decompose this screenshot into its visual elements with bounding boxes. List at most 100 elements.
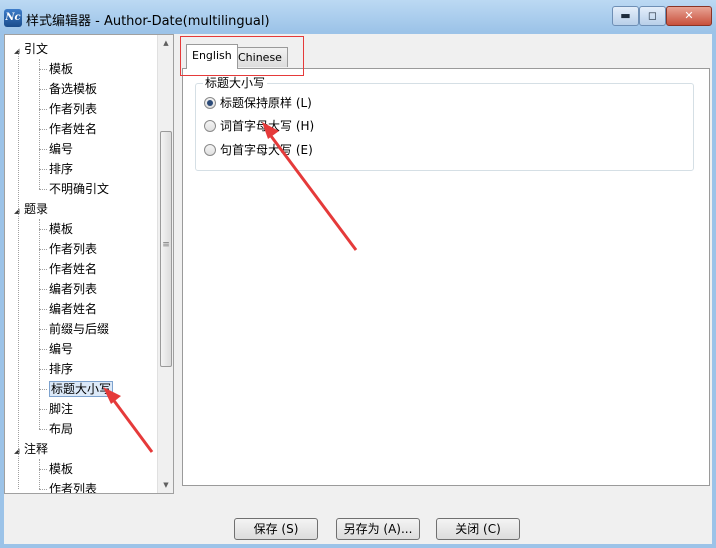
tree-connector [39, 289, 47, 290]
tree-item-label: 布局 [49, 422, 74, 436]
tree-connector [39, 229, 47, 230]
maximize-button[interactable]: ◻ [639, 6, 666, 26]
tree-group-node[interactable]: ◢ 注释 [14, 439, 48, 459]
tree-item[interactable]: 作者姓名 [49, 259, 97, 279]
tree-item-label: 编号 [49, 342, 74, 356]
tree-connector [39, 189, 47, 190]
save-button[interactable]: 保存 (S) [234, 518, 318, 540]
tree-connector [39, 409, 47, 410]
tree-connector [39, 489, 47, 490]
tree-item-label: 不明确引文 [49, 182, 110, 196]
tree-connector [39, 109, 47, 110]
save-as-button[interactable]: 另存为 (A)... [336, 518, 420, 540]
grip-icon: ≡ [162, 240, 170, 250]
tree-connector [39, 89, 47, 90]
minimize-button[interactable]: ▬ [612, 6, 639, 26]
tree-connector [39, 469, 47, 470]
tree-item[interactable]: 备选模板 [49, 79, 97, 99]
title-bar[interactable]: Nc 样式编辑器 - Author-Date(multilingual) ▬ ◻… [0, 0, 716, 34]
tree-item-label: 排序 [49, 162, 74, 176]
tree-item[interactable]: 模板 [49, 459, 73, 479]
tree-connector [39, 349, 47, 350]
tree-connector [39, 309, 47, 310]
tree-item-label: 备选模板 [49, 82, 98, 96]
client-area: ▲ ≡ ▼ ◢ 引文 模板 备选模板 作者列表 作者姓名 编号 排序 不明确引文 ◢ 题录 模板 作者列… [4, 34, 712, 544]
tree-item-label: 编者列表 [49, 282, 98, 296]
scroll-thumb[interactable]: ≡ [160, 131, 172, 367]
scroll-down-arrow[interactable]: ▼ [158, 477, 173, 493]
tree-group-label: 注释 [24, 442, 49, 456]
tree-item[interactable]: 模板 [49, 59, 73, 79]
radio-label: 句首字母大写 (E) [220, 143, 313, 157]
tree-connector [39, 389, 47, 390]
tree-group-label: 题录 [24, 202, 49, 216]
tree-connector [39, 169, 47, 170]
radio-label: 标题保持原样 (L) [220, 96, 312, 110]
tree-item[interactable]: 布局 [49, 419, 73, 439]
groupbox-title: 标题大小写 [203, 74, 268, 91]
settings-tree[interactable]: ▲ ≡ ▼ ◢ 引文 模板 备选模板 作者列表 作者姓名 编号 排序 不明确引文 ◢ 题录 模板 作者列… [4, 34, 174, 494]
tree-item-label: 模板 [49, 62, 74, 76]
radio-word-capitalize[interactable]: 词首字母大写 (H) [204, 117, 314, 135]
tree-item-label: 编者姓名 [49, 302, 98, 316]
tree-connector [39, 429, 47, 430]
tree-item-label: 作者姓名 [49, 122, 98, 136]
tree-item[interactable]: 排序 [49, 359, 73, 379]
tree-item[interactable]: 标题大小写 [49, 379, 114, 399]
tree-connector [39, 369, 47, 370]
tree-item[interactable]: 作者列表 [49, 239, 97, 259]
tree-item[interactable]: 编者列表 [49, 279, 97, 299]
tree-item[interactable]: 前缀与后缀 [49, 319, 109, 339]
tree-item[interactable]: 编号 [49, 139, 73, 159]
tree-item-label: 前缀与后缀 [49, 322, 110, 336]
tree-item-label: 排序 [49, 362, 74, 376]
app-icon: Nc [4, 9, 22, 27]
tree-group-node[interactable]: ◢ 题录 [14, 199, 48, 219]
tab-content-panel: 标题大小写 标题保持原样 (L) 词首字母大写 (H) 句首字母大写 (E) [182, 68, 710, 486]
radio-label: 词首字母大写 (H) [220, 119, 315, 133]
tree-connector [18, 49, 19, 489]
tree-item[interactable]: 不明确引文 [49, 179, 109, 199]
tree-connector [39, 249, 47, 250]
tree-item-label: 脚注 [49, 402, 74, 416]
radio-button[interactable] [204, 120, 216, 132]
tree-group-label: 引文 [24, 42, 49, 56]
tree-item[interactable]: 编者姓名 [49, 299, 97, 319]
tree-group-node[interactable]: ◢ 引文 [14, 39, 48, 59]
tree-item-label: 标题大小写 [49, 381, 114, 397]
tree-item-label: 编号 [49, 142, 74, 156]
tree-connector [39, 149, 47, 150]
tree-item[interactable]: 作者姓名 [49, 119, 97, 139]
tree-connector [39, 219, 40, 429]
radio-button[interactable] [204, 97, 216, 109]
tree-item[interactable]: 模板 [49, 219, 73, 239]
tree-item-label: 作者姓名 [49, 262, 98, 276]
tree-scrollbar[interactable]: ▲ ≡ ▼ [157, 35, 173, 493]
tree-connector [39, 129, 47, 130]
tree-item[interactable]: 作者列表 [49, 479, 97, 493]
collapse-triangle-icon[interactable]: ◢ [14, 41, 24, 61]
tree-item-label: 模板 [49, 222, 74, 236]
radio-button[interactable] [204, 144, 216, 156]
collapse-triangle-icon[interactable]: ◢ [14, 441, 24, 461]
radio-keep-original[interactable]: 标题保持原样 (L) [204, 94, 312, 112]
window-title: 样式编辑器 - Author-Date(multilingual) [26, 14, 270, 29]
tree-connector [39, 69, 47, 70]
style-editor-window: Nc 样式编辑器 - Author-Date(multilingual) ▬ ◻… [0, 0, 716, 548]
collapse-triangle-icon[interactable]: ◢ [14, 201, 24, 221]
tree-connector [39, 269, 47, 270]
scroll-up-arrow[interactable]: ▲ [158, 35, 173, 51]
close-button[interactable]: 关闭 (C) [436, 518, 520, 540]
tree-connector [39, 329, 47, 330]
tree-connector [39, 459, 40, 489]
tree-item-label: 模板 [49, 462, 74, 476]
tree-item[interactable]: 编号 [49, 339, 73, 359]
close-window-button[interactable]: ✕ [666, 6, 712, 26]
tree-connector [39, 59, 40, 189]
radio-sentence-capitalize[interactable]: 句首字母大写 (E) [204, 141, 313, 159]
tree-item[interactable]: 脚注 [49, 399, 73, 419]
tree-item-label: 作者列表 [49, 242, 98, 256]
tree-item[interactable]: 排序 [49, 159, 73, 179]
tree-item[interactable]: 作者列表 [49, 99, 97, 119]
tab-english[interactable]: English [186, 44, 238, 69]
